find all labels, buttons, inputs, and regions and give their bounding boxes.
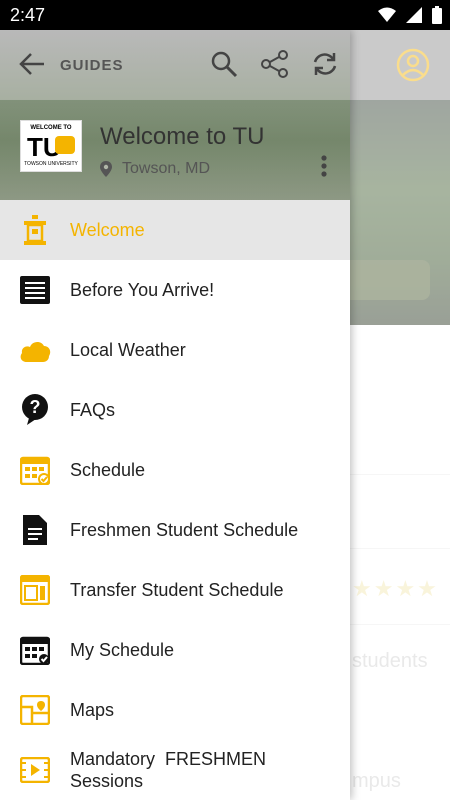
drawer-header: GUIDES WELCOME TO TU TOWSON UNIVERSITY W… — [0, 30, 350, 200]
menu-item-label: Schedule — [70, 459, 146, 480]
menu-item-label: My Schedule — [70, 639, 175, 660]
share-icon[interactable] — [261, 50, 289, 78]
menu-item-before-you-arrive[interactable]: Before You Arrive! — [0, 260, 350, 320]
location-text: Towson, MD — [122, 160, 211, 177]
wifi-icon — [378, 7, 396, 22]
list-icon — [0, 276, 70, 304]
section-label: GUIDES — [60, 57, 124, 74]
menu-item-label: Transfer Student Schedule — [70, 579, 284, 600]
more-options-icon[interactable] — [320, 154, 328, 178]
refresh-icon[interactable] — [311, 50, 339, 78]
calendar-icon — [0, 455, 70, 485]
back-arrow-icon[interactable] — [18, 52, 46, 76]
cloud-icon — [0, 338, 70, 362]
menu-item-label-line2: Sessions — [70, 771, 144, 791]
navigation-drawer: GUIDES WELCOME TO TU TOWSON UNIVERSITY W… — [0, 30, 350, 800]
menu-item-label: Mandatory FRESHMEN Sessions — [70, 748, 266, 792]
menu-item-label: FAQs — [70, 399, 116, 420]
menu-item-mandatory-freshmen-sessions[interactable]: Mandatory FRESHMEN Sessions — [0, 740, 350, 800]
status-icons — [378, 6, 442, 24]
menu-item-label: Maps — [70, 699, 115, 720]
menu-item-label: Local Weather — [70, 339, 186, 360]
menu-item-label: Before You Arrive! — [70, 279, 215, 300]
guide-location: Towson, MD — [100, 160, 210, 178]
tiger-logo-icon — [55, 136, 75, 154]
guide-logo: WELCOME TO TU TOWSON UNIVERSITY — [20, 120, 82, 172]
menu-item-welcome[interactable]: Welcome — [0, 200, 350, 260]
menu-item-transfer-student-schedule[interactable]: Transfer Student Schedule — [0, 560, 350, 620]
menu-item-faqs[interactable]: ? FAQs — [0, 380, 350, 440]
document-icon — [0, 515, 70, 545]
video-icon — [0, 757, 70, 783]
podium-icon — [0, 215, 70, 245]
layout-icon — [0, 575, 70, 605]
status-bar: 2:47 — [0, 0, 450, 30]
guide-title: Welcome to TU — [100, 123, 265, 150]
location-pin-icon — [100, 161, 112, 177]
question-icon: ? — [0, 394, 70, 426]
menu-item-local-weather[interactable]: Local Weather — [0, 320, 350, 380]
svg-text:?: ? — [30, 397, 41, 417]
menu-item-my-schedule[interactable]: My Schedule — [0, 620, 350, 680]
signal-icon — [406, 7, 422, 23]
logo-text: WELCOME TO — [30, 125, 72, 131]
map-icon — [0, 695, 70, 725]
menu-item-schedule[interactable]: Schedule — [0, 440, 350, 500]
battery-icon — [432, 6, 442, 24]
menu-item-freshmen-student-schedule[interactable]: Freshmen Student Schedule — [0, 500, 350, 560]
calendar-check-icon — [0, 635, 70, 665]
menu-item-label: Welcome — [70, 219, 145, 240]
search-icon[interactable] — [210, 50, 238, 78]
menu-item-label-line1: Mandatory FRESHMEN — [70, 749, 267, 769]
drawer-menu: Welcome Before You Arrive! Local Weather… — [0, 200, 350, 800]
logo-text: TOWSON UNIVERSITY — [24, 161, 78, 167]
menu-item-maps[interactable]: Maps — [0, 680, 350, 740]
status-time: 2:47 — [10, 5, 46, 25]
menu-item-label: Freshmen Student Schedule — [70, 519, 299, 540]
